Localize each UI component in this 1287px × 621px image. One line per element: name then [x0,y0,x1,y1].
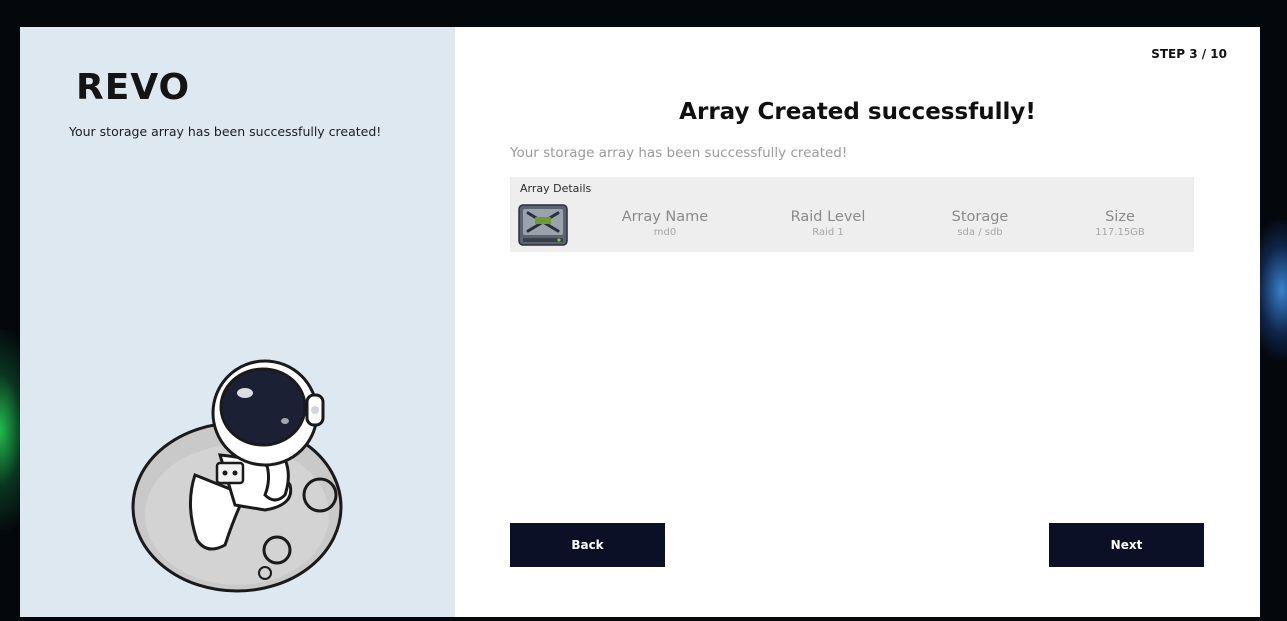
array-name-column: Array Name md0 [600,208,730,239]
hard-drive-icon [518,204,568,246]
array-name-heading: Array Name [621,209,709,225]
page-title: Array Created successfully! [679,99,1036,125]
size-heading: Size [1105,209,1135,225]
array-details-label: Array Details [520,182,592,195]
installer-window: REVO Your storage array has been success… [20,27,1260,617]
next-button[interactable]: Next [1049,523,1204,567]
size-value: 117.15GB [1095,227,1145,238]
back-button[interactable]: Back [510,523,665,567]
array-name-value: md0 [653,227,677,238]
raid-level-heading: Raid Level [790,209,866,225]
raid-level-column: Raid Level Raid 1 [763,208,893,239]
storage-value: sda / sdb [957,227,1003,238]
step-indicator: STEP 3 / 10 [1151,47,1227,61]
storage-column: Storage sda / sdb [915,208,1045,239]
raid-level-value: Raid 1 [812,227,844,238]
sidebar: REVO Your storage array has been success… [20,27,455,617]
sidebar-description: Your storage array has been successfully… [69,124,382,139]
storage-heading: Storage [951,209,1009,225]
size-column: Size 117.15GB [1055,208,1185,239]
astronaut-illustration [131,359,343,593]
page-subtitle: Your storage array has been successfully… [510,145,848,161]
array-details-panel: Array Details Array Name md0 Raid Level … [510,177,1194,252]
app-logo: REVO [76,67,191,108]
